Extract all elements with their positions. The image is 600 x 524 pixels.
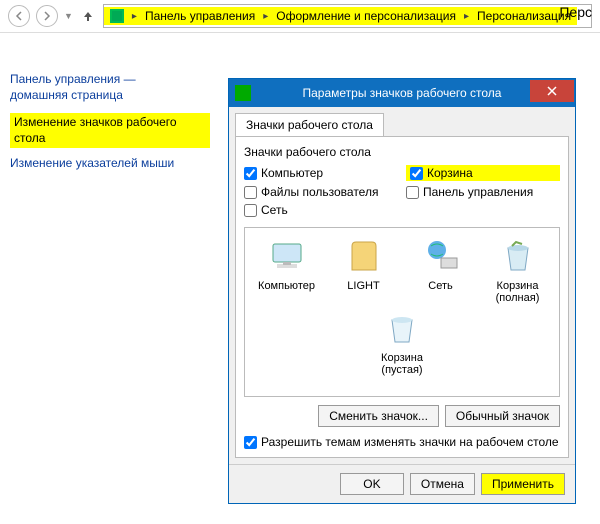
allow-themes-checkbox[interactable]: Разрешить темам изменять значки на рабоч…	[244, 435, 560, 449]
dialog-icon	[235, 85, 251, 101]
apply-button[interactable]: Применить	[481, 473, 565, 495]
desktop-icons-dialog: Параметры значков рабочего стола Значки …	[228, 78, 576, 504]
crumb-3[interactable]: Персонализация	[477, 9, 571, 23]
dialog-footer: OK Отмена Применить	[229, 464, 575, 503]
up-button[interactable]	[79, 7, 97, 25]
change-icon-button[interactable]: Сменить значок...	[318, 405, 439, 427]
crumb-2[interactable]: Оформление и персонализация	[276, 9, 456, 23]
window-title: Перс	[559, 4, 592, 20]
sidebar-home-link[interactable]: Панель управления —домашняя страница	[10, 72, 210, 103]
dialog-title: Параметры значков рабочего стола	[259, 86, 575, 100]
cancel-button[interactable]: Отмена	[410, 473, 475, 495]
tab-desktop-icons[interactable]: Значки рабочего стола	[235, 113, 384, 136]
icon-network[interactable]: Сеть	[405, 236, 477, 304]
checkbox-user-files[interactable]: Файлы пользователя	[244, 185, 398, 199]
icon-preview-box: Компьютер LIGHT Сеть Корзина(полная) Кор…	[244, 227, 560, 397]
checkbox-control-panel[interactable]: Панель управления	[406, 185, 560, 199]
tab-body: Значки рабочего стола Компьютер Корзина …	[235, 136, 569, 458]
back-button[interactable]	[8, 5, 30, 27]
close-button[interactable]	[530, 80, 574, 102]
icon-computer[interactable]: Компьютер	[251, 236, 323, 304]
dropdown-icon[interactable]: ▼	[64, 11, 73, 21]
nav-row: ▼ ▸Панель управления▸Оформление и персон…	[0, 0, 600, 33]
ok-button[interactable]: OK	[340, 473, 404, 495]
sidebar-change-pointers[interactable]: Изменение указателей мыши	[10, 156, 210, 172]
tab-strip: Значки рабочего стола	[229, 107, 575, 136]
icon-light[interactable]: LIGHT	[328, 236, 400, 304]
sidebar: Панель управления —домашняя страница Изм…	[10, 72, 210, 172]
checkbox-network[interactable]: Сеть	[244, 203, 398, 217]
dialog-titlebar[interactable]: Параметры значков рабочего стола	[229, 79, 575, 107]
checkbox-grid: Компьютер Корзина Файлы пользователя Пан…	[244, 165, 560, 217]
sidebar-change-icons[interactable]: Изменение значков рабочегостола	[10, 113, 210, 148]
group-label: Значки рабочего стола	[244, 145, 560, 159]
crumb-1[interactable]: Панель управления	[145, 9, 255, 23]
checkbox-recycle-bin[interactable]: Корзина	[406, 165, 560, 181]
forward-button[interactable]	[36, 5, 58, 27]
checkbox-computer[interactable]: Компьютер	[244, 165, 398, 181]
icon-recycle-bin-empty[interactable]: Корзина(пустая)	[366, 308, 438, 376]
default-icon-button[interactable]: Обычный значок	[445, 405, 560, 427]
icon-button-row: Сменить значок... Обычный значок	[244, 405, 560, 427]
breadcrumb[interactable]: ▸Панель управления▸Оформление и персонал…	[103, 4, 592, 28]
icon-recycle-bin-full[interactable]: Корзина(полная)	[482, 236, 554, 304]
control-panel-icon	[110, 9, 124, 23]
